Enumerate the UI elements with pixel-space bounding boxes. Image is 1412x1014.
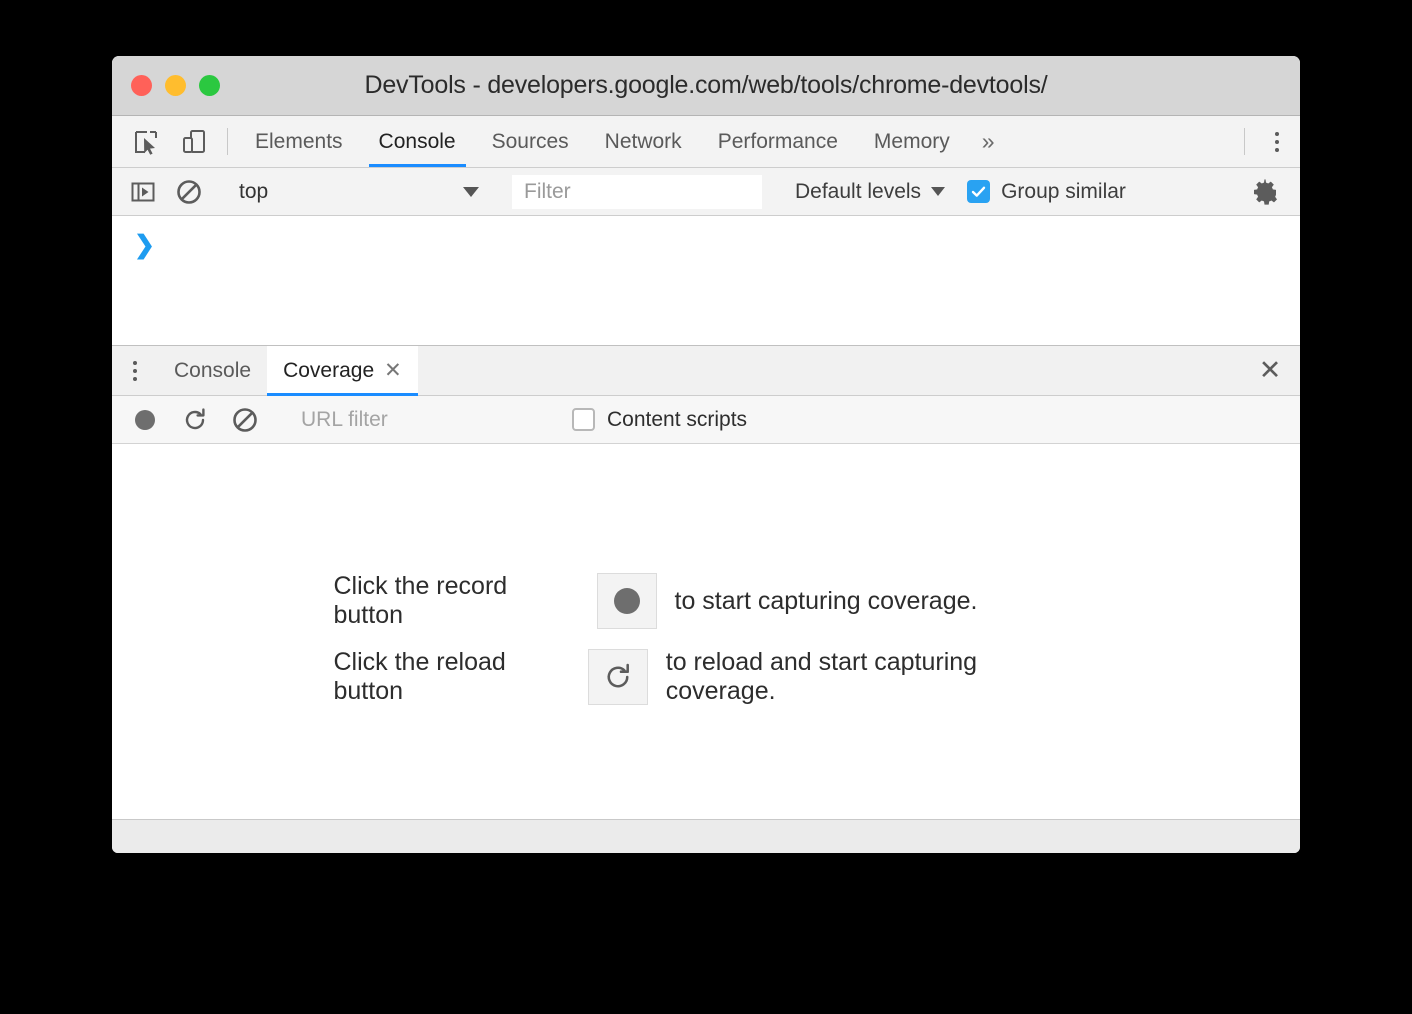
device-toolbar-icon [181,129,207,155]
tab-label: Elements [255,129,343,153]
console-sidebar-toggle-icon [130,179,156,205]
reload-icon [182,407,208,433]
drawer-close-button[interactable]: ✕ [1240,346,1300,395]
tab-label: Console [378,129,456,153]
tab-network[interactable]: Network [587,116,700,167]
coverage-hint-reload: Click the reload button to reload and st… [334,648,1079,706]
console-toolbar: top Filter Default levels Group similar [112,168,1300,216]
hint-record-button[interactable] [596,573,657,629]
clear-console-icon [175,178,203,206]
tab-label: Memory [873,129,950,153]
content-scripts-label: Content scripts [607,407,748,431]
drawer-tab-label: Console [174,358,252,382]
url-filter-input[interactable]: URL filter [289,396,539,443]
drawer-tab-coverage[interactable]: Coverage ✕ [267,346,418,396]
minimize-window-button[interactable] [165,75,186,96]
tab-performance[interactable]: Performance [700,116,856,167]
inspect-element-button[interactable] [122,116,170,167]
record-icon [613,588,640,614]
log-levels-selector[interactable]: Default levels [781,180,959,204]
console-settings-button[interactable] [1242,177,1288,207]
inspect-element-icon [133,129,159,155]
drawer-tab-close-icon[interactable]: ✕ [384,360,402,381]
tab-label: Performance [717,129,838,153]
tab-memory[interactable]: Memory [856,116,968,167]
drawer-tabbar-spacer [418,346,1240,395]
tab-label: Sources [491,129,569,153]
gear-icon [1250,177,1280,207]
drawer-tab-console[interactable]: Console [158,346,267,395]
coverage-hint-record: Click the record button to start capturi… [334,572,1079,630]
record-icon [133,408,157,432]
devtools-window: DevTools - developers.google.com/web/too… [112,56,1300,853]
hint-trail-text: to reload and start capturing coverage. [665,648,978,705]
chevron-down-icon [463,186,479,197]
check-icon [971,186,986,197]
console-filter-placeholder: Filter [524,179,571,203]
tab-label: Network [604,129,682,153]
drawer-menu-button[interactable] [112,346,158,395]
tab-sources[interactable]: Sources [474,116,587,167]
group-similar-toggle[interactable]: Group similar [967,180,1126,204]
toolbar-divider-right [1244,128,1245,155]
hint-reload-button[interactable] [587,649,648,705]
coverage-toolbar: URL filter Content scripts [112,396,1300,444]
execution-context-selector[interactable]: top [231,168,493,215]
coverage-empty-state: Click the record button to start capturi… [112,444,1300,819]
main-menu-button[interactable] [1254,116,1300,167]
reload-icon [603,662,633,692]
kebab-menu-icon [1275,131,1279,136]
clear-console-button[interactable] [166,178,212,206]
coverage-record-button[interactable] [120,408,170,432]
execution-context-value: top [239,179,269,203]
group-similar-label: Group similar [1001,179,1126,203]
group-similar-checkbox[interactable] [967,180,991,203]
url-filter-placeholder: URL filter [301,407,388,431]
traffic-lights [131,75,220,96]
console-sidebar-toggle-button[interactable] [120,179,166,205]
panel-tabbar: Elements Console Sources Network Perform… [112,116,1300,168]
chevron-down-icon [931,187,946,196]
window-title: DevTools - developers.google.com/web/too… [364,71,1048,99]
coverage-clear-button[interactable] [220,406,270,434]
console-output-area[interactable]: ❯ [112,216,1300,346]
console-filter-input[interactable]: Filter [512,174,762,209]
content-scripts-checkbox[interactable] [572,408,595,431]
content-scripts-toggle[interactable]: Content scripts [572,408,747,432]
hint-lead-text: Click the reload button [333,648,506,705]
hint-lead-text: Click the record button [333,572,508,629]
hint-trail-text: to start capturing coverage. [674,586,978,615]
close-window-button[interactable] [131,75,152,96]
drawer-tab-label: Coverage [283,358,375,382]
toolbar-divider [227,128,228,155]
console-prompt-chevron-icon: ❯ [134,231,155,259]
drawer-tabbar: Console Coverage ✕ ✕ [112,346,1300,396]
device-toolbar-button[interactable] [170,116,218,167]
tab-elements[interactable]: Elements [237,116,361,167]
window-titlebar: DevTools - developers.google.com/web/too… [112,56,1300,116]
coverage-reload-button[interactable] [170,407,220,433]
window-statusbar [112,819,1300,853]
clear-coverage-icon [231,406,259,434]
maximize-window-button[interactable] [199,75,220,96]
tab-console[interactable]: Console [361,116,474,167]
drawer-kebab-icon [133,360,137,365]
more-tabs-button[interactable]: » [968,116,1009,167]
log-levels-value: Default levels [795,179,922,203]
chevron-double-right-icon: » [981,128,995,154]
